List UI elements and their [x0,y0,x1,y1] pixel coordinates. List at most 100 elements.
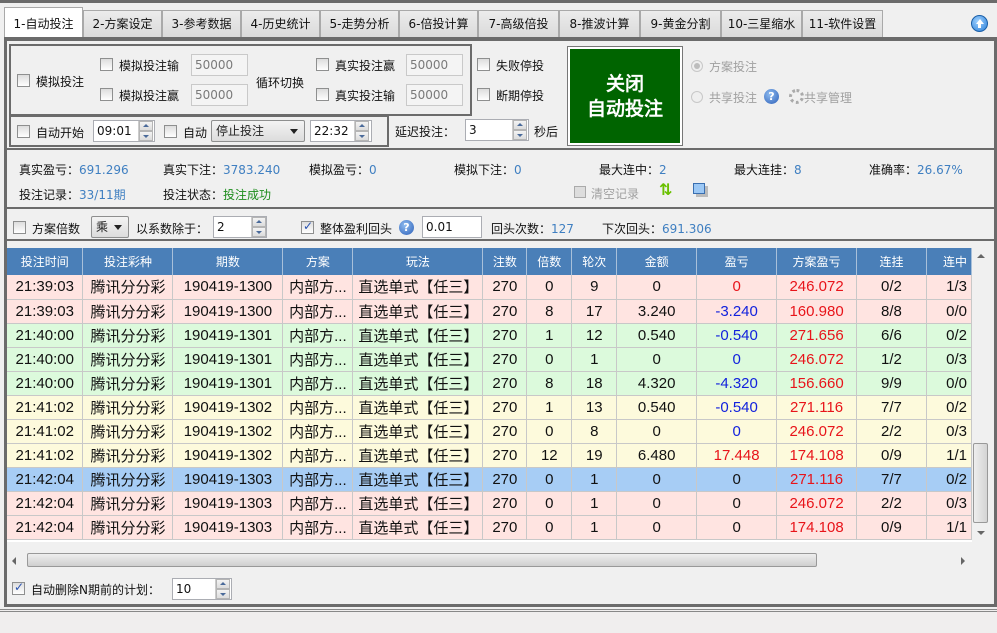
scroll-right-arrow-icon[interactable] [961,557,965,565]
table-cell: 直选单式【任三】 [352,443,484,468]
break-stop-checkbox[interactable] [477,88,490,101]
vertical-scroll-thumb[interactable] [973,443,988,523]
tab-3[interactable]: 3-参考数据 [162,10,241,39]
scroll-left-arrow-icon[interactable] [12,557,16,565]
column-header[interactable]: 连中 [926,248,972,275]
max-win-streak-stat: 最大连中：2 [599,163,667,177]
sim-win-input[interactable]: 50000 [191,84,248,106]
tab-4[interactable]: 4-历史统计 [241,10,320,39]
tab-5[interactable]: 5-走势分析 [320,10,399,39]
column-header[interactable]: 轮次 [571,248,618,275]
scroll-top-icon[interactable] [971,15,988,32]
table-cell: 腾讯分分彩 [82,323,174,348]
table-row[interactable]: 21:41:02 腾讯分分彩 190419-1302 内部方... 直选单式【任三】 27… [7,443,972,468]
table-row[interactable]: 21:40:00 腾讯分分彩 190419-1301 内部方... 直选单式【任三】 27… [7,347,972,372]
sim-lose-checkbox[interactable] [100,58,113,71]
column-header[interactable]: 投注彩种 [82,248,174,275]
real-lose-checkbox[interactable] [316,88,329,101]
help-icon[interactable]: ? [764,89,779,104]
column-header[interactable]: 注数 [482,248,528,275]
column-header[interactable]: 投注时间 [7,248,84,275]
action-select[interactable]: 停止投注 [211,120,305,142]
real-win-input[interactable]: 50000 [406,54,463,76]
auto-delete-spinner[interactable] [215,579,230,599]
column-header[interactable]: 盈亏 [696,248,778,275]
toggle-auto-bet-button[interactable]: 关闭 自动投注 [567,46,683,146]
table-row[interactable]: 21:41:02 腾讯分分彩 190419-1302 内部方... 直选单式【任三】 27… [7,395,972,420]
table-cell: 270 [482,491,528,516]
column-header[interactable]: 连挂 [856,248,927,275]
start-time-spinner[interactable] [138,121,153,141]
table-cell: 190419-1303 [172,515,284,540]
auto-checkbox[interactable] [164,125,177,138]
operation-select[interactable]: 乘 [91,216,129,238]
column-header[interactable]: 玩法 [352,248,484,275]
tab-9[interactable]: 9-黄金分割 [640,10,721,39]
help-icon[interactable]: ? [399,220,414,235]
scroll-up-arrow-icon[interactable] [977,254,985,258]
fail-stop-checkbox[interactable] [477,58,490,71]
sim-win-checkbox[interactable] [100,88,113,101]
table-cell: 腾讯分分彩 [82,443,174,468]
table-cell: 0 [616,275,698,300]
table-row[interactable]: 21:42:04 腾讯分分彩 190419-1303 内部方... 直选单式【任三】 27… [7,467,972,492]
table-cell: 0.540 [616,395,698,420]
divide-spinner[interactable] [251,217,266,237]
table-cell: 0 [696,467,778,492]
window-icon[interactable] [693,183,705,194]
auto-start-checkbox[interactable] [17,125,30,138]
tab-2[interactable]: 2-方案设定 [83,10,162,39]
real-lose-input[interactable]: 50000 [406,84,463,106]
table-row[interactable]: 21:39:03 腾讯分分彩 190419-1300 内部方... 直选单式【任三】 27… [7,275,972,300]
tab-6[interactable]: 6-倍投计算 [399,10,478,39]
table-cell: 0 [616,467,698,492]
tab-1[interactable]: 1-自动投注 [4,7,83,41]
column-header[interactable]: 金额 [616,248,698,275]
table-cell: 21:40:00 [7,371,84,396]
overall-profit-input[interactable]: 0.01 [422,216,482,238]
tab-7[interactable]: 7-高级倍投 [478,10,559,39]
table-cell: 8 [526,299,573,324]
table-row[interactable]: 21:40:00 腾讯分分彩 190419-1301 内部方... 直选单式【任三】 27… [7,371,972,396]
table-cell: 12 [571,323,618,348]
scroll-down-arrow-icon[interactable] [977,531,985,535]
column-header[interactable]: 期数 [172,248,284,275]
auto-delete-checkbox[interactable] [12,580,25,595]
table-row[interactable]: 21:41:02 腾讯分分彩 190419-1302 内部方... 直选单式【任三】 27… [7,419,972,444]
delay-spinner[interactable] [512,120,527,140]
sort-icon[interactable]: ⇅ [659,182,672,198]
table-row[interactable]: 21:40:00 腾讯分分彩 190419-1301 内部方... 直选单式【任三】 27… [7,323,972,348]
table-row[interactable]: 21:42:04 腾讯分分彩 190419-1303 内部方... 直选单式【任三】 27… [7,491,972,516]
plan-bet-radio[interactable] [691,60,703,72]
sim-lose-input[interactable]: 50000 [191,54,248,76]
real-win-checkbox[interactable] [316,58,329,71]
clear-records-button[interactable]: 清空记录 [591,185,639,202]
table-cell: 12 [526,443,573,468]
share-manage-link[interactable]: 共享管理 [804,89,852,106]
share-bet-radio[interactable] [691,91,703,103]
table-row[interactable]: 21:42:04 腾讯分分彩 190419-1303 内部方... 直选单式【任三】 27… [7,515,972,540]
table-cell: 直选单式【任三】 [352,299,484,324]
table-cell: 腾讯分分彩 [82,467,174,492]
table-cell: 0 [526,515,573,540]
table-row[interactable]: 21:39:03 腾讯分分彩 190419-1300 内部方... 直选单式【任三】 27… [7,299,972,324]
column-header[interactable]: 方案盈亏 [776,248,858,275]
vertical-scrollbar[interactable] [972,248,989,542]
plan-mult-checkbox[interactable] [13,221,26,234]
column-header[interactable]: 方案 [282,248,354,275]
sim-bet-checkbox[interactable] [17,74,30,87]
horizontal-scroll-thumb[interactable] [27,553,817,567]
plan-mult-label: 方案倍数 [32,222,81,236]
column-header[interactable]: 倍数 [526,248,573,275]
gear-icon[interactable] [789,89,804,104]
table-cell: 9 [571,275,618,300]
tab-8[interactable]: 8-推波计算 [559,10,640,39]
tab-10[interactable]: 10-三星缩水 [721,10,802,39]
table-cell: 1 [571,347,618,372]
end-time-spinner[interactable] [354,121,369,141]
table-cell: 0/2 [856,275,927,300]
horizontal-scrollbar[interactable] [7,552,972,569]
tab-11[interactable]: 11-软件设置 [802,10,883,39]
table-cell: 腾讯分分彩 [82,491,174,516]
overall-profit-checkbox[interactable] [301,219,314,234]
